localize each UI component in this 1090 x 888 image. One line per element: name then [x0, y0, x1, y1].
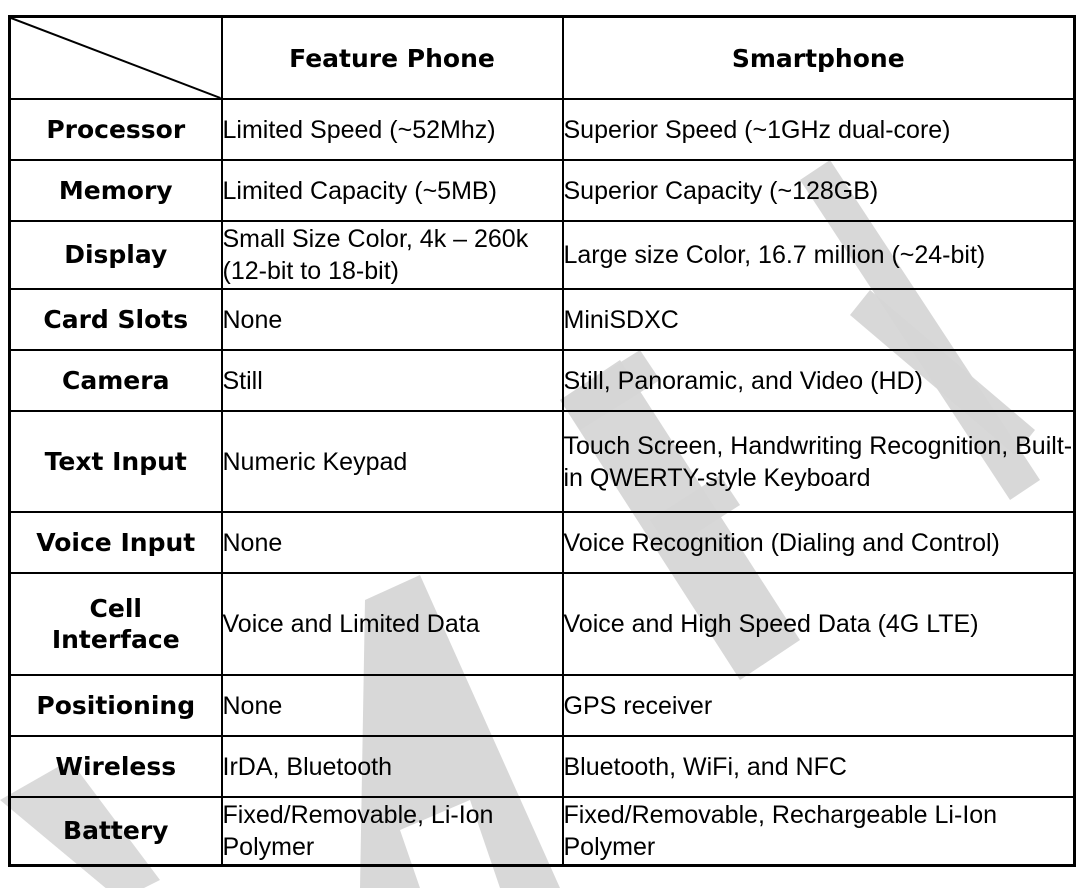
feature-phone-cell: Small Size Color, 4k – 260k (12-bit to 1…: [220, 220, 564, 290]
table-row: Text Input Numeric Keypad Touch Screen, …: [8, 410, 1076, 513]
table-row: Processor Limited Speed (~52Mhz) Superio…: [8, 98, 1076, 161]
row-label: Processor: [8, 98, 223, 161]
row-label: Positioning: [8, 674, 223, 737]
corner-cell: [8, 15, 223, 100]
smartphone-cell: Superior Speed (~1GHz dual-core): [561, 98, 1076, 161]
feature-phone-cell: Numeric Keypad: [220, 410, 564, 513]
diagonal-line: [11, 18, 221, 98]
row-label: Voice Input: [8, 511, 223, 574]
row-label: Battery: [8, 796, 223, 866]
row-label-text: Cell Interface: [51, 593, 180, 654]
table-row: Cell Interface Voice and Limited Data Vo…: [8, 572, 1076, 676]
smartphone-cell: Touch Screen, Handwriting Recognition, B…: [561, 410, 1076, 513]
feature-phone-cell: Voice and Limited Data: [220, 572, 564, 676]
smartphone-cell: Superior Capacity (~128GB): [561, 159, 1076, 222]
feature-phone-cell: Limited Speed (~52Mhz): [220, 98, 564, 161]
row-label: Card Slots: [8, 288, 223, 351]
smartphone-cell: Voice and High Speed Data (4G LTE): [561, 572, 1076, 676]
row-label: Camera: [8, 349, 223, 412]
row-label: Wireless: [8, 735, 223, 798]
table-row: Display Small Size Color, 4k – 260k (12-…: [8, 220, 1076, 290]
smartphone-cell: Bluetooth, WiFi, and NFC: [561, 735, 1076, 798]
column-header-feature-phone: Feature Phone: [220, 15, 564, 100]
table-row: Positioning None GPS receiver: [8, 674, 1076, 737]
feature-phone-cell: Limited Capacity (~5MB): [220, 159, 564, 222]
row-label: Memory: [8, 159, 223, 222]
smartphone-cell: MiniSDXC: [561, 288, 1076, 351]
feature-phone-cell: None: [220, 511, 564, 574]
smartphone-cell: GPS receiver: [561, 674, 1076, 737]
feature-phone-cell: Fixed/Removable, Li-Ion Polymer: [220, 796, 564, 866]
comparison-table: Feature Phone Smartphone Processor Limit…: [8, 15, 1076, 867]
table-row: Battery Fixed/Removable, Li-Ion Polymer …: [8, 796, 1076, 866]
smartphone-cell: Still, Panoramic, and Video (HD): [561, 349, 1076, 412]
smartphone-cell: Voice Recognition (Dialing and Control): [561, 511, 1076, 574]
table-row: Wireless IrDA, Bluetooth Bluetooth, WiFi…: [8, 735, 1076, 798]
smartphone-cell: Large size Color, 16.7 million (~24-bit): [561, 220, 1076, 290]
feature-phone-cell: None: [220, 288, 564, 351]
smartphone-cell: Fixed/Removable, Rechargeable Li-Ion Pol…: [561, 796, 1076, 866]
table-row: Memory Limited Capacity (~5MB) Superior …: [8, 159, 1076, 222]
table-row: Card Slots None MiniSDXC: [8, 288, 1076, 351]
column-header-smartphone: Smartphone: [561, 15, 1076, 100]
table-row: Voice Input None Voice Recognition (Dial…: [8, 511, 1076, 574]
row-label: Text Input: [8, 410, 223, 513]
feature-phone-cell: Still: [220, 349, 564, 412]
feature-phone-cell: None: [220, 674, 564, 737]
row-label: Display: [8, 220, 223, 290]
row-label: Cell Interface: [8, 572, 223, 676]
table-row: Camera Still Still, Panoramic, and Video…: [8, 349, 1076, 412]
feature-phone-cell: IrDA, Bluetooth: [220, 735, 564, 798]
